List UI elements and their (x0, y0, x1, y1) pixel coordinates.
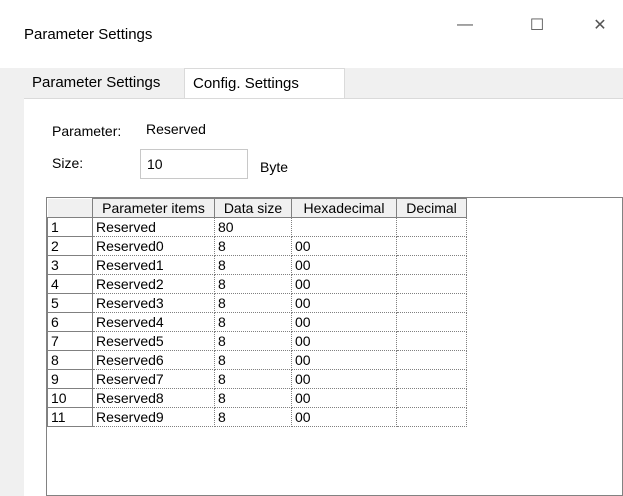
table-row[interactable]: 10 Reserved8 8 00 (47, 388, 467, 408)
table-row[interactable]: 7 Reserved5 8 00 (47, 331, 467, 351)
row-number-cell: 10 (47, 388, 93, 408)
parameter-item-cell: Reserved5 (92, 331, 215, 351)
column-header-data-size[interactable]: Data size (214, 198, 292, 218)
table-row[interactable]: 1 Reserved 80 (47, 217, 467, 237)
data-size-cell: 8 (214, 312, 292, 332)
parameter-item-cell: Reserved7 (92, 369, 215, 389)
title-bar: Parameter Settings — ☐ ✕ (0, 0, 623, 68)
data-size-cell: 8 (214, 407, 292, 427)
corner-cell (47, 198, 93, 218)
parameter-item-cell: Reserved3 (92, 293, 215, 313)
row-number-cell: 7 (47, 331, 93, 351)
minimize-button[interactable]: — (445, 10, 485, 40)
hexadecimal-cell[interactable]: 00 (291, 293, 397, 313)
parameter-item-cell: Reserved9 (92, 407, 215, 427)
parameter-item-cell: Reserved6 (92, 350, 215, 370)
data-size-cell: 8 (214, 350, 292, 370)
table-row[interactable]: 3 Reserved1 8 00 (47, 255, 467, 275)
row-number-cell: 5 (47, 293, 93, 313)
parameter-value: Reserved (146, 121, 206, 137)
maximize-button[interactable]: ☐ (517, 10, 557, 40)
tab-strip: Parameter Settings Config. Settings (24, 68, 623, 98)
hexadecimal-cell[interactable]: 00 (291, 236, 397, 256)
hexadecimal-cell[interactable]: 00 (291, 388, 397, 408)
table-row[interactable]: 6 Reserved4 8 00 (47, 312, 467, 332)
decimal-cell[interactable] (396, 293, 467, 313)
size-input[interactable]: 10 (140, 149, 248, 179)
row-number-cell: 9 (47, 369, 93, 389)
data-size-cell: 8 (214, 369, 292, 389)
size-label: Size: (52, 155, 84, 171)
column-header-parameter-items[interactable]: Parameter items (92, 198, 215, 218)
minimize-icon: — (457, 16, 473, 33)
parameter-item-cell: Reserved4 (92, 312, 215, 332)
decimal-cell[interactable] (396, 407, 467, 427)
row-number-cell: 8 (47, 350, 93, 370)
window-title: Parameter Settings (24, 26, 153, 43)
hexadecimal-cell[interactable]: 00 (291, 350, 397, 370)
decimal-cell[interactable] (396, 236, 467, 256)
row-number-cell: 2 (47, 236, 93, 256)
decimal-cell[interactable] (396, 312, 467, 332)
parameter-table: Parameter items Data size Hexadecimal De… (47, 198, 467, 427)
parameter-label: Parameter: (52, 123, 122, 139)
column-header-decimal[interactable]: Decimal (396, 198, 467, 218)
decimal-cell[interactable] (396, 369, 467, 389)
table-row[interactable]: 4 Reserved2 8 00 (47, 274, 467, 294)
data-size-cell: 8 (214, 255, 292, 275)
table-body: 1 Reserved 80 2 Reserved0 8 00 3 Reserved1 8 00 4 Re… (47, 217, 467, 427)
hexadecimal-cell[interactable]: 00 (291, 407, 397, 427)
decimal-cell[interactable] (396, 274, 467, 294)
maximize-icon: ☐ (529, 17, 545, 34)
row-number-cell: 11 (47, 407, 93, 427)
header-row: Parameter items Data size Hexadecimal De… (47, 198, 467, 218)
column-header-hexadecimal[interactable]: Hexadecimal (291, 198, 397, 218)
decimal-cell[interactable] (396, 331, 467, 351)
settings-panel: Parameter: Reserved Size: 10 Byte Parame… (24, 98, 623, 496)
table-row[interactable]: 5 Reserved3 8 00 (47, 293, 467, 313)
row-number-cell: 3 (47, 255, 93, 275)
data-size-cell: 80 (214, 217, 292, 237)
close-button[interactable]: ✕ (580, 10, 620, 40)
decimal-cell[interactable] (396, 255, 467, 275)
table-row[interactable]: 2 Reserved0 8 00 (47, 236, 467, 256)
hexadecimal-cell[interactable]: 00 (291, 312, 397, 332)
parameter-item-cell: Reserved0 (92, 236, 215, 256)
data-size-cell: 8 (214, 331, 292, 351)
data-size-cell: 8 (214, 388, 292, 408)
parameter-item-cell: Reserved2 (92, 274, 215, 294)
decimal-cell[interactable] (396, 388, 467, 408)
tab-config-settings[interactable]: Config. Settings (184, 68, 345, 98)
parameter-item-cell: Reserved (92, 217, 215, 237)
table-row[interactable]: 9 Reserved7 8 00 (47, 369, 467, 389)
row-number-cell: 4 (47, 274, 93, 294)
parameter-grid: Parameter items Data size Hexadecimal De… (46, 197, 623, 496)
row-number-cell: 1 (47, 217, 93, 237)
decimal-cell[interactable] (396, 350, 467, 370)
table-row[interactable]: 8 Reserved6 8 00 (47, 350, 467, 370)
hexadecimal-cell[interactable]: 00 (291, 255, 397, 275)
hexadecimal-cell[interactable]: 00 (291, 274, 397, 294)
row-number-cell: 6 (47, 312, 93, 332)
hexadecimal-cell (291, 217, 397, 237)
parameter-item-cell: Reserved1 (92, 255, 215, 275)
data-size-cell: 8 (214, 274, 292, 294)
hexadecimal-cell[interactable]: 00 (291, 369, 397, 389)
close-icon: ✕ (593, 17, 607, 34)
size-unit: Byte (260, 159, 289, 175)
data-size-cell: 8 (214, 236, 292, 256)
decimal-cell[interactable] (396, 217, 467, 237)
data-size-cell: 8 (214, 293, 292, 313)
hexadecimal-cell[interactable]: 00 (291, 331, 397, 351)
tab-parameter-settings[interactable]: Parameter Settings (24, 68, 184, 98)
table-row[interactable]: 11 Reserved9 8 00 (47, 407, 467, 427)
parameter-item-cell: Reserved8 (92, 388, 215, 408)
